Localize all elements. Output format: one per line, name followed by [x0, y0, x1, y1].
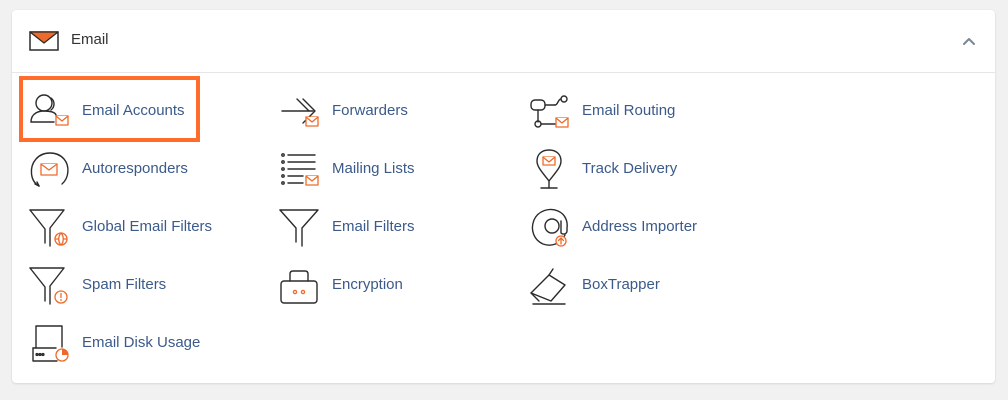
tool-label: BoxTrapper — [582, 276, 660, 293]
email-section-header[interactable]: Email — [12, 10, 995, 73]
tool-label: Email Disk Usage — [82, 334, 201, 351]
boxtrapper-icon — [530, 268, 566, 305]
email-section-panel: Email Email Accounts Forwarders Email Ro… — [12, 10, 995, 383]
tool-label: Autoresponders — [82, 160, 188, 177]
tool-label: Spam Filters — [82, 276, 167, 293]
section-title: Email — [71, 31, 109, 48]
user-email-icon — [30, 94, 69, 126]
tool-label: Global Email Filters — [82, 218, 213, 235]
tool-label: Address Importer — [582, 218, 698, 235]
spam-filter-icon — [29, 267, 68, 305]
tool-label: Email Filters — [332, 218, 415, 235]
filter-globe-icon — [29, 209, 68, 247]
routing-icon — [530, 95, 569, 128]
location-pin-icon — [536, 149, 562, 189]
tool-label: Forwarders — [332, 102, 408, 119]
tool-label: Email Accounts — [82, 102, 185, 119]
mailing-list-icon — [281, 153, 319, 186]
encryption-icon — [280, 270, 318, 304]
tool-label: Email Routing — [582, 102, 676, 119]
envelope-icon — [29, 31, 59, 51]
tool-label: Track Delivery — [582, 160, 678, 177]
chevron-up-icon[interactable] — [962, 34, 976, 48]
filter-icon — [279, 209, 319, 247]
tool-label: Encryption — [332, 276, 403, 293]
disk-usage-icon — [32, 325, 69, 362]
autoresponder-icon — [30, 152, 69, 187]
tool-label: Mailing Lists — [332, 160, 415, 177]
forward-arrow-icon — [281, 98, 319, 127]
at-sign-icon — [531, 208, 568, 247]
